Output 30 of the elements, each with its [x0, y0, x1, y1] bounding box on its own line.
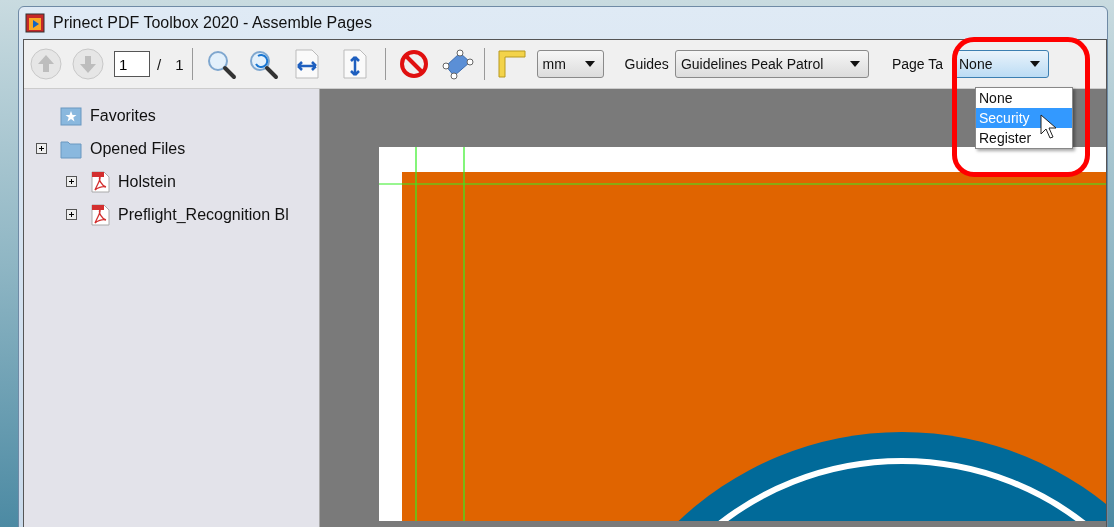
- caret-icon: [584, 61, 595, 67]
- expander-icon[interactable]: [66, 209, 77, 220]
- page-tag-label: Page Ta: [891, 56, 943, 72]
- caret-icon: [849, 61, 860, 67]
- shape-icon[interactable]: [439, 48, 474, 80]
- tree-item[interactable]: Holstein: [118, 172, 176, 191]
- menu-option[interactable]: Register: [976, 128, 1072, 148]
- caret-icon: [1030, 61, 1040, 67]
- fit-width-icon[interactable]: [292, 48, 321, 80]
- tree-item[interactable]: Opened Files: [90, 139, 186, 158]
- pdf-file-icon: [90, 203, 110, 226]
- expander-icon[interactable]: [36, 143, 47, 154]
- unit-dropdown[interactable]: mm: [536, 50, 604, 78]
- folder-icon: [60, 138, 82, 159]
- menu-option[interactable]: None: [976, 88, 1072, 108]
- star-folder-icon: [60, 105, 82, 126]
- prohibited-icon[interactable]: [397, 48, 430, 80]
- tree-item[interactable]: Preflight_Recognition Bl: [118, 205, 289, 224]
- guides-label: Guides: [624, 56, 669, 72]
- page-number-field[interactable]: 1: [114, 51, 150, 77]
- tree-item[interactable]: Favorites: [90, 106, 156, 125]
- page-separator: /: [157, 55, 162, 73]
- fit-height-icon[interactable]: [340, 48, 369, 80]
- app-icon: [25, 13, 45, 33]
- cursor-icon: [1040, 114, 1058, 140]
- guides-dropdown[interactable]: Guidelines Peak Patrol: [674, 50, 869, 78]
- window-title: Prinect PDF Toolbox 2020 - Assemble Pages: [53, 14, 372, 32]
- pdf-file-icon: [90, 170, 110, 193]
- page-count: 1: [175, 55, 184, 73]
- expander-icon[interactable]: [66, 176, 77, 187]
